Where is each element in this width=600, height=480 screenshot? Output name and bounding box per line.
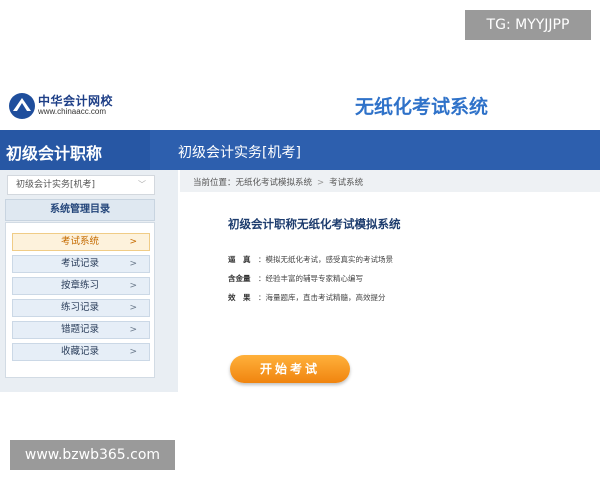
feature-key: 含金量: [228, 274, 251, 283]
feature-key: 效 果: [228, 293, 251, 302]
feature-value: ：模拟无纸化考试，感受真实的考试场景: [258, 255, 393, 264]
start-exam-button[interactable]: 开始考试: [230, 355, 350, 383]
sidebar-item-label: 练习记录: [61, 302, 100, 313]
sidebar-item-label: 收藏记录: [61, 346, 100, 357]
watermark-top: TG: MYYJJPP: [465, 10, 591, 40]
course-select-value: 初级会计实务[机考]: [16, 180, 96, 190]
page-title: 初级会计职称无纸化考试模拟系统: [228, 217, 401, 231]
chevron-down-icon: ﹀: [138, 180, 146, 189]
category-title: 初级会计职称: [6, 144, 103, 163]
chevron-right-icon: >: [129, 347, 137, 357]
breadcrumb-link-simulation[interactable]: 无纸化考试模拟系统: [236, 178, 313, 188]
sidebar-item-label: 考试系统: [61, 236, 100, 247]
chevron-right-icon: >: [129, 303, 137, 313]
sidebar-item-wrong-questions[interactable]: 错题记录 >: [12, 321, 150, 339]
menu-title: 系统管理目录: [5, 199, 155, 221]
system-title: 无纸化考试系统: [355, 96, 489, 118]
sidebar-item-chapter-practice[interactable]: 按章练习 >: [12, 277, 150, 295]
feature-value: ：经验丰富的辅导专家精心编写: [258, 274, 363, 283]
breadcrumb: 当前位置：无纸化考试模拟系统 > 考试系统: [193, 176, 363, 188]
menu-panel: 考试系统 > 考试记录 > 按章练习 > 练习记录 > 错题记录 > 收藏记录 …: [5, 222, 155, 378]
sidebar-item-favorites[interactable]: 收藏记录 >: [12, 343, 150, 361]
watermark-bottom: www.bzwb365.com: [10, 440, 175, 470]
chevron-right-icon: >: [129, 237, 137, 247]
breadcrumb-prefix: 当前位置：: [193, 178, 236, 188]
course-select[interactable]: 初级会计实务[机考] ﹀: [7, 175, 155, 195]
breadcrumb-current: 考试系统: [329, 178, 364, 188]
course-title: 初级会计实务[机考]: [178, 145, 301, 161]
sidebar-item-label: 错题记录: [61, 324, 100, 335]
logo-url: www.chinaacc.com: [38, 107, 107, 116]
chevron-right-icon: >: [129, 259, 137, 269]
logo-icon: [9, 93, 35, 119]
feature-value: ：海量题库，直击考试精髓，高效提分: [258, 293, 386, 302]
sidebar-item-exam-records[interactable]: 考试记录 >: [12, 255, 150, 273]
sidebar-item-label: 按章练习: [61, 280, 100, 291]
feature-item: 含金量 ：经验丰富的辅导专家精心编写: [228, 273, 363, 284]
feature-item: 效 果 ：海量题库，直击考试精髓，高效提分: [228, 292, 386, 303]
sidebar-item-exam-system[interactable]: 考试系统 >: [12, 233, 150, 251]
breadcrumb-separator: >: [317, 178, 325, 188]
chevron-right-icon: >: [129, 325, 137, 335]
sidebar-item-label: 考试记录: [61, 258, 100, 269]
feature-item: 逼 真 ：模拟无纸化考试，感受真实的考试场景: [228, 254, 393, 265]
chevron-right-icon: >: [129, 281, 137, 291]
sidebar-item-practice-records[interactable]: 练习记录 >: [12, 299, 150, 317]
feature-key: 逼 真: [228, 255, 251, 264]
